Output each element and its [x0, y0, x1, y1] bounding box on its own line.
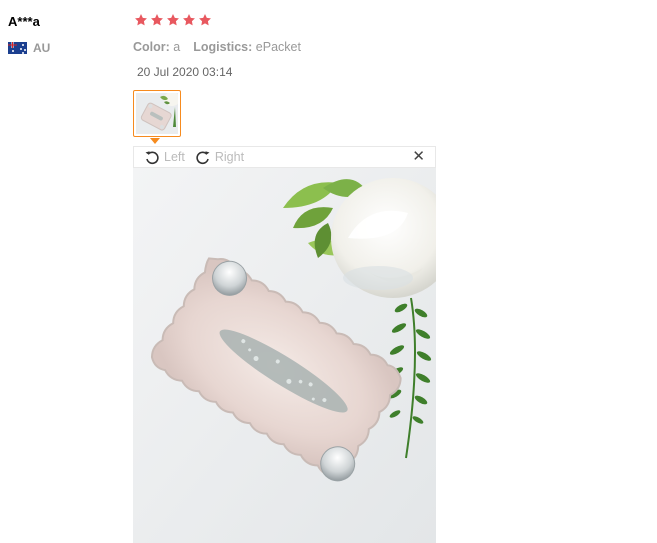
review-photo-thumbnail[interactable] [133, 90, 181, 137]
review-date: 20 Jul 2020 03:14 [137, 65, 233, 79]
star-rating [134, 13, 212, 27]
star-icon [135, 14, 147, 26]
rotate-right-button[interactable]: Right [195, 149, 244, 165]
image-viewer-toolbar: Left Right ✕ [133, 146, 436, 168]
logistics-value: ePacket [255, 40, 301, 54]
australia-flag-icon [8, 42, 27, 54]
reviewer-name: A***a [8, 14, 40, 29]
star-icon [151, 14, 163, 26]
color-label: Color: [133, 40, 170, 54]
review-attributes: Color: a Logistics: ePacket [133, 40, 301, 54]
star-icon [183, 14, 195, 26]
close-icon[interactable]: ✕ [412, 149, 425, 164]
rotate-right-icon [196, 151, 210, 165]
thumbnail-selected-caret [150, 138, 160, 144]
rotate-left-label: Left [164, 150, 185, 164]
color-value: a [173, 40, 181, 54]
star-icon [199, 14, 211, 26]
rotate-left-button[interactable]: Left [144, 149, 185, 165]
review-photo [133, 168, 436, 543]
star-icon [167, 14, 179, 26]
country-code: AU [33, 41, 51, 55]
logistics-label: Logistics: [193, 40, 253, 54]
reviewer-country: AU [8, 41, 50, 55]
rotate-left-icon [145, 151, 159, 165]
rotate-right-label: Right [214, 150, 245, 164]
